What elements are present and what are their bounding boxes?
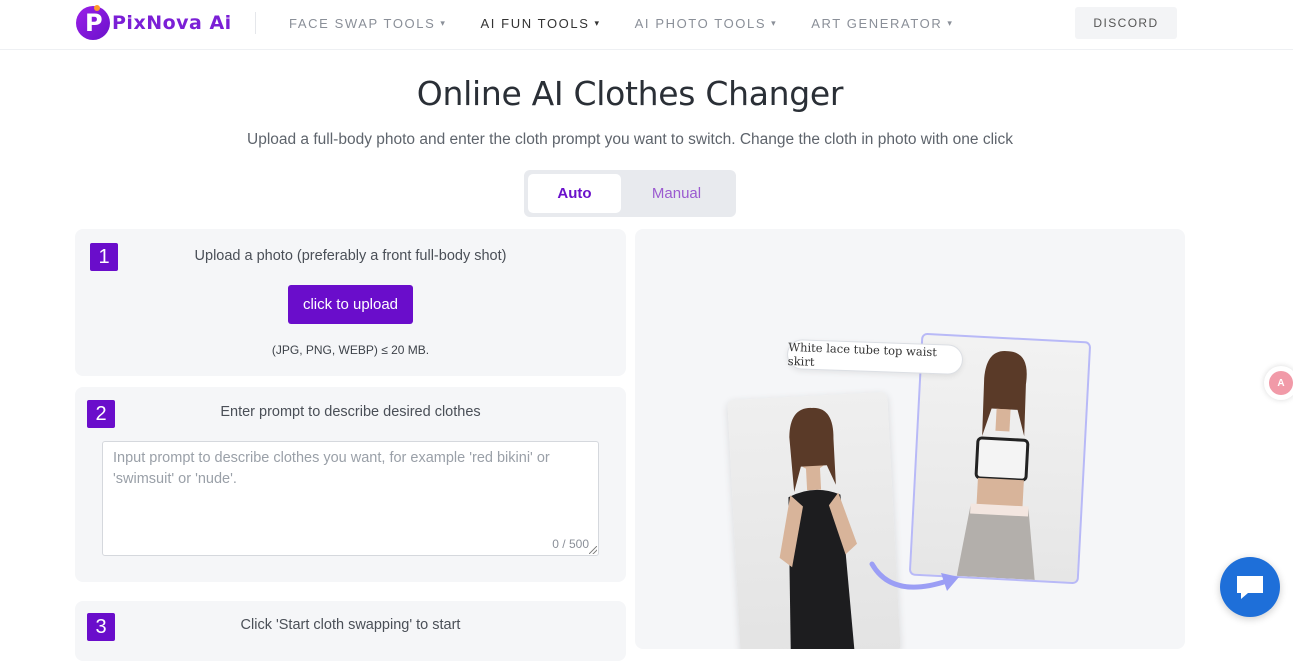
upload-formats: (JPG, PNG, WEBP) ≤ 20 MB.: [271, 343, 430, 357]
logo-text: PixNova Ai: [112, 12, 232, 34]
translate-icon[interactable]: A: [1264, 366, 1293, 400]
step-text: Enter prompt to describe desired clothes: [220, 404, 481, 420]
mode-tabs: Auto Manual: [524, 170, 736, 217]
translate-glyph-icon: A: [1269, 371, 1293, 395]
page-subtitle: Upload a full-body photo and enter the c…: [247, 131, 1013, 148]
step-1-card: 1 Upload a photo (preferably a front ful…: [75, 229, 626, 376]
clothes-prompt-tag: White lace tube top waist skirt: [786, 338, 964, 376]
nav-ai-fun-tools[interactable]: AI FUN TOOLS ▾: [480, 16, 600, 31]
step-3-card: 3 Click 'Start cloth swapping' to start: [75, 601, 626, 661]
before-photo: [727, 391, 901, 649]
chevron-down-icon: ▾: [440, 18, 447, 28]
nav-art-generator[interactable]: ART GENERATOR ▾: [811, 16, 953, 31]
arrow-icon: [869, 561, 959, 591]
model-before-illustration: [779, 407, 857, 649]
top-nav-bar: PixNova Ai FACE SWAP TOOLS▾ AI FUN TOOLS…: [0, 0, 1293, 50]
upload-button[interactable]: click to upload: [288, 285, 413, 324]
resize-handle[interactable]: [589, 546, 597, 554]
step-2-card: 2 Enter prompt to describe desired cloth…: [75, 387, 626, 582]
nav-ai-photo-tools[interactable]: AI PHOTO TOOLS ▾: [635, 16, 778, 31]
nav-divider: [255, 12, 256, 34]
char-counter: 0 / 500: [552, 537, 589, 551]
chevron-down-icon: ▾: [594, 18, 601, 28]
page-title: Online AI Clothes Changer: [416, 74, 844, 113]
logo-mark-icon: [76, 5, 110, 40]
step-text: Click 'Start cloth swapping' to start: [240, 617, 461, 633]
pixnova-logo[interactable]: PixNova Ai: [76, 4, 232, 42]
chat-bubble-icon: [1237, 576, 1263, 599]
preview-panel: White lace tube top waist skirt: [635, 229, 1185, 649]
discord-button[interactable]: DISCORD: [1075, 7, 1177, 39]
tab-auto[interactable]: Auto: [528, 174, 621, 213]
chat-button[interactable]: [1220, 557, 1280, 617]
chevron-down-icon: ▾: [947, 18, 954, 28]
nav-face-swap-tools[interactable]: FACE SWAP TOOLS ▾: [289, 16, 446, 31]
prompt-textarea[interactable]: Input prompt to describe clothes you wan…: [102, 441, 599, 556]
tab-manual[interactable]: Manual: [621, 174, 732, 213]
main-nav: FACE SWAP TOOLS ▾ AI FUN TOOLS ▾ AI PHOTO …: [289, 16, 987, 31]
chevron-down-icon: ▾: [771, 18, 778, 28]
prompt-placeholder: Input prompt to describe clothes you wan…: [113, 450, 550, 487]
step-text: Upload a photo (preferably a front full-…: [194, 248, 507, 264]
